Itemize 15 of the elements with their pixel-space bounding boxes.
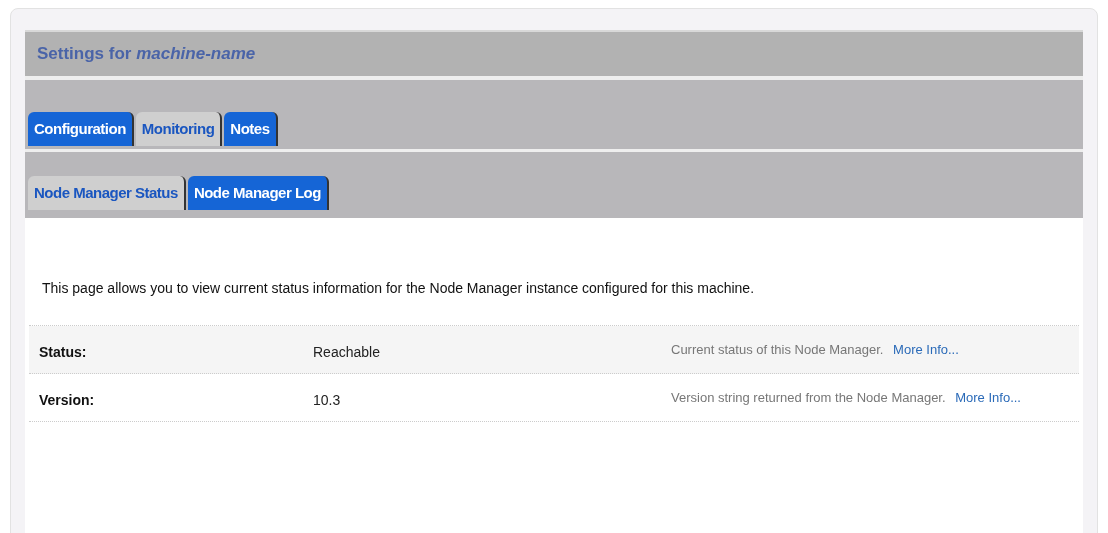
tab[interactable]: Node Manager Log: [187, 176, 329, 210]
field-value: Reachable: [313, 344, 380, 360]
field-value: 10.3: [313, 392, 341, 408]
page-title: Settings for machine-name: [37, 43, 256, 66]
tab[interactable]: Notes: [224, 112, 278, 146]
more-info-link[interactable]: More Info...: [893, 342, 959, 357]
more-info-link[interactable]: More Info...: [955, 390, 1021, 405]
tab[interactable]: Monitoring: [135, 112, 223, 146]
field-label: Version:: [39, 392, 95, 408]
description-text: This page allows you to view current status information for the Node Manager instance configured for this machine.: [41, 279, 756, 298]
tab[interactable]: Configuration: [28, 112, 134, 146]
field-help-text: Current status of this Node Manager. More Info...: [671, 341, 960, 359]
tab[interactable]: Node Manager Status: [28, 176, 186, 210]
field-label: Status:: [39, 344, 87, 360]
field-help-text: Version string returned from the Node Manager. More Info...: [671, 389, 1022, 407]
